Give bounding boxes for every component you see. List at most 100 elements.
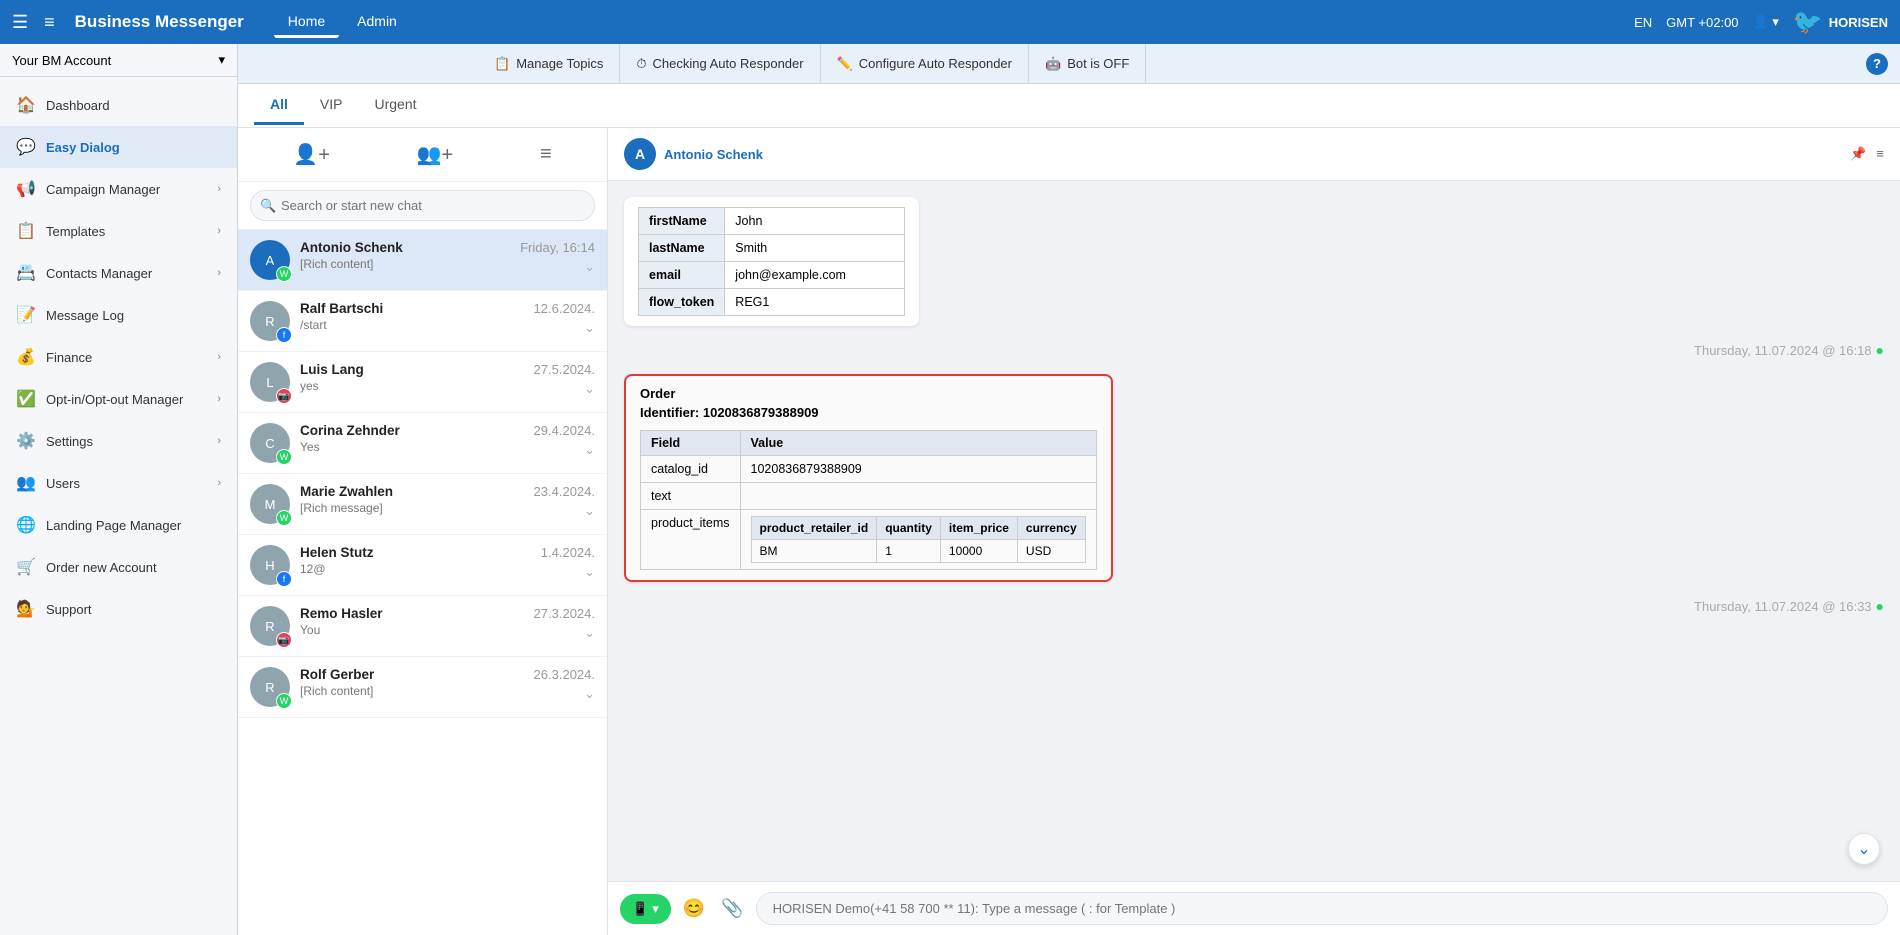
chevron-down-icon: ⌄ xyxy=(534,625,595,641)
order-title: Order xyxy=(640,386,1097,401)
chat-item[interactable]: L 📷 Luis Lang yes 27.5.2024. ⌄ xyxy=(238,352,607,413)
help-icon[interactable]: ? xyxy=(1866,53,1888,75)
order-id: Identifier: 1020836879388909 xyxy=(640,405,1097,420)
chat-meta: 23.4.2024. ⌄ xyxy=(534,484,595,519)
chat-avatar: A W xyxy=(250,240,290,280)
nav-admin[interactable]: Admin xyxy=(343,7,411,38)
menu-icon[interactable]: ≡ xyxy=(532,139,560,170)
language-selector[interactable]: EN xyxy=(1634,15,1652,30)
platform-badge: 📷 xyxy=(276,632,292,648)
sidebar-item-landing-page[interactable]: 🌐 Landing Page Manager xyxy=(0,504,237,546)
chat-meta: 12.6.2024. ⌄ xyxy=(534,301,595,336)
search-bar: 🔍 xyxy=(238,182,607,230)
platform-badge: W xyxy=(276,693,292,709)
sidebar-item-support[interactable]: 💁 Support xyxy=(0,588,237,630)
chat-date: 29.4.2024. xyxy=(534,423,595,438)
chat-list-panel: 👤+ 👥+ ≡ 🔍 A W Antonio Schenk [Rich conte… xyxy=(238,128,608,935)
nested-col: product_retailer_id xyxy=(751,517,877,540)
hamburger-icon[interactable]: ☰ xyxy=(12,12,28,33)
sidebar-item-easy-dialog[interactable]: 💬 Easy Dialog xyxy=(0,126,237,168)
whatsapp-send-button[interactable]: 📱 ▾ xyxy=(620,894,671,924)
order-value xyxy=(740,483,1096,510)
table-row: flow_token REG1 xyxy=(639,289,905,316)
content-area: 📋 Manage Topics ⏱ Checking Auto Responde… xyxy=(238,44,1900,935)
chat-detail-header: A Antonio Schenk 📌 ≡ xyxy=(608,128,1900,181)
tab-urgent[interactable]: Urgent xyxy=(358,86,432,125)
subnav-manage-topics[interactable]: 📋 Manage Topics xyxy=(478,44,620,83)
chat-list-header: 👤+ 👥+ ≡ xyxy=(238,128,607,182)
nav-home[interactable]: Home xyxy=(274,7,339,38)
sidebar-item-dashboard[interactable]: 🏠 Dashboard xyxy=(0,84,237,126)
chevron-down-icon: ⌄ xyxy=(534,686,595,702)
account-dropdown-icon: ▾ xyxy=(218,52,225,68)
chat-avatar: C W xyxy=(250,423,290,463)
chat-preview: /start xyxy=(300,318,524,332)
message-input[interactable] xyxy=(756,892,1888,925)
chat-preview: 12@ xyxy=(300,562,531,576)
timezone-display: GMT +02:00 xyxy=(1666,15,1738,30)
nested-row: BM 1 10000 USD xyxy=(751,540,1085,563)
sidebar-item-campaign-manager[interactable]: 📢 Campaign Manager › xyxy=(0,168,237,210)
tab-vip[interactable]: VIP xyxy=(304,86,359,125)
sidebar-item-order-account[interactable]: 🛒 Order new Account xyxy=(0,546,237,588)
chevron-down-icon: ⌄ xyxy=(534,381,595,397)
sidebar-item-users[interactable]: 👥 Users › xyxy=(0,462,237,504)
field-key: firstName xyxy=(639,208,725,235)
chat-info: Ralf Bartschi /start xyxy=(300,301,524,332)
subnav-checking-auto-responder[interactable]: ⏱ Checking Auto Responder xyxy=(620,44,820,83)
search-input[interactable] xyxy=(250,190,595,221)
chat-preview: [Rich message] xyxy=(300,501,524,515)
sidebar-item-opt-in-out[interactable]: ✅ Opt-in/Opt-out Manager › xyxy=(0,378,237,420)
sidebar-label-campaign-manager: Campaign Manager xyxy=(46,182,160,197)
platform-badge: f xyxy=(276,571,292,587)
add-contact-icon[interactable]: 👤+ xyxy=(285,138,338,171)
chat-item[interactable]: R W Rolf Gerber [Rich content] 26.3.2024… xyxy=(238,657,607,718)
header-icons: 📌 ≡ xyxy=(1850,146,1884,162)
chat-item[interactable]: A W Antonio Schenk [Rich content] Friday… xyxy=(238,230,607,291)
sidebar-item-contacts-manager[interactable]: 📇 Contacts Manager › xyxy=(0,252,237,294)
nav-links: Home Admin xyxy=(274,7,411,38)
chat-info: Marie Zwahlen [Rich message] xyxy=(300,484,524,515)
tab-all[interactable]: All xyxy=(254,86,304,125)
sidebar-item-finance[interactable]: 💰 Finance › xyxy=(0,336,237,378)
account-selector[interactable]: Your BM Account ▾ xyxy=(0,44,238,77)
subnav-bot-status[interactable]: 🤖 Bot is OFF xyxy=(1029,44,1146,83)
order-col-field: Field xyxy=(641,431,741,456)
chat-info: Rolf Gerber [Rich content] xyxy=(300,667,524,698)
add-group-icon[interactable]: 👥+ xyxy=(409,138,462,171)
tabs-bar: All VIP Urgent xyxy=(238,84,1900,128)
pin-icon[interactable]: 📌 xyxy=(1850,146,1866,162)
chat-name: Luis Lang xyxy=(300,362,524,377)
emoji-button[interactable]: 😊 xyxy=(679,894,709,923)
pencil-icon: ✏️ xyxy=(837,56,853,72)
subnav-configure-auto-responder[interactable]: ✏️ Configure Auto Responder xyxy=(821,44,1029,83)
sidebar-item-settings[interactable]: ⚙️ Settings › xyxy=(0,420,237,462)
account-name: Your BM Account xyxy=(12,53,111,68)
chat-item[interactable]: H f Helen Stutz 12@ 1.4.2024. ⌄ xyxy=(238,535,607,596)
chat-item[interactable]: C W Corina Zehnder Yes 29.4.2024. ⌄ xyxy=(238,413,607,474)
platform-badge: 📷 xyxy=(276,388,292,404)
list-icon[interactable]: ≡ xyxy=(44,12,55,33)
chat-item[interactable]: R 📷 Remo Hasler You 27.3.2024. ⌄ xyxy=(238,596,607,657)
chat-info: Corina Zehnder Yes xyxy=(300,423,524,454)
sidebar-label-templates: Templates xyxy=(46,224,105,239)
clock-icon: ⏱ xyxy=(636,56,646,72)
field-key: lastName xyxy=(639,235,725,262)
chat-date: Friday, 16:14 xyxy=(520,240,595,255)
menu-dots-icon[interactable]: ≡ xyxy=(1876,146,1884,162)
user-icon[interactable]: 👤 ▾ xyxy=(1753,14,1779,30)
attachment-button[interactable]: 📎 xyxy=(717,894,747,923)
sidebar-item-message-log[interactable]: 📝 Message Log xyxy=(0,294,237,336)
sidebar-label-support: Support xyxy=(46,602,92,617)
order-field: product_items xyxy=(641,510,741,570)
sidebar-item-templates[interactable]: 📋 Templates › xyxy=(0,210,237,252)
sidebar-icon-templates: 📋 xyxy=(16,221,36,241)
chat-avatar: R W xyxy=(250,667,290,707)
message-bubble-1: firstName John lastName Smith email john… xyxy=(624,197,919,326)
scroll-down-button[interactable]: ⌄ xyxy=(1848,833,1880,865)
chat-item[interactable]: M W Marie Zwahlen [Rich message] 23.4.20… xyxy=(238,474,607,535)
platform-badge: W xyxy=(276,449,292,465)
chat-name: Helen Stutz xyxy=(300,545,531,560)
chat-item[interactable]: R f Ralf Bartschi /start 12.6.2024. ⌄ xyxy=(238,291,607,352)
order-field: catalog_id xyxy=(641,456,741,483)
